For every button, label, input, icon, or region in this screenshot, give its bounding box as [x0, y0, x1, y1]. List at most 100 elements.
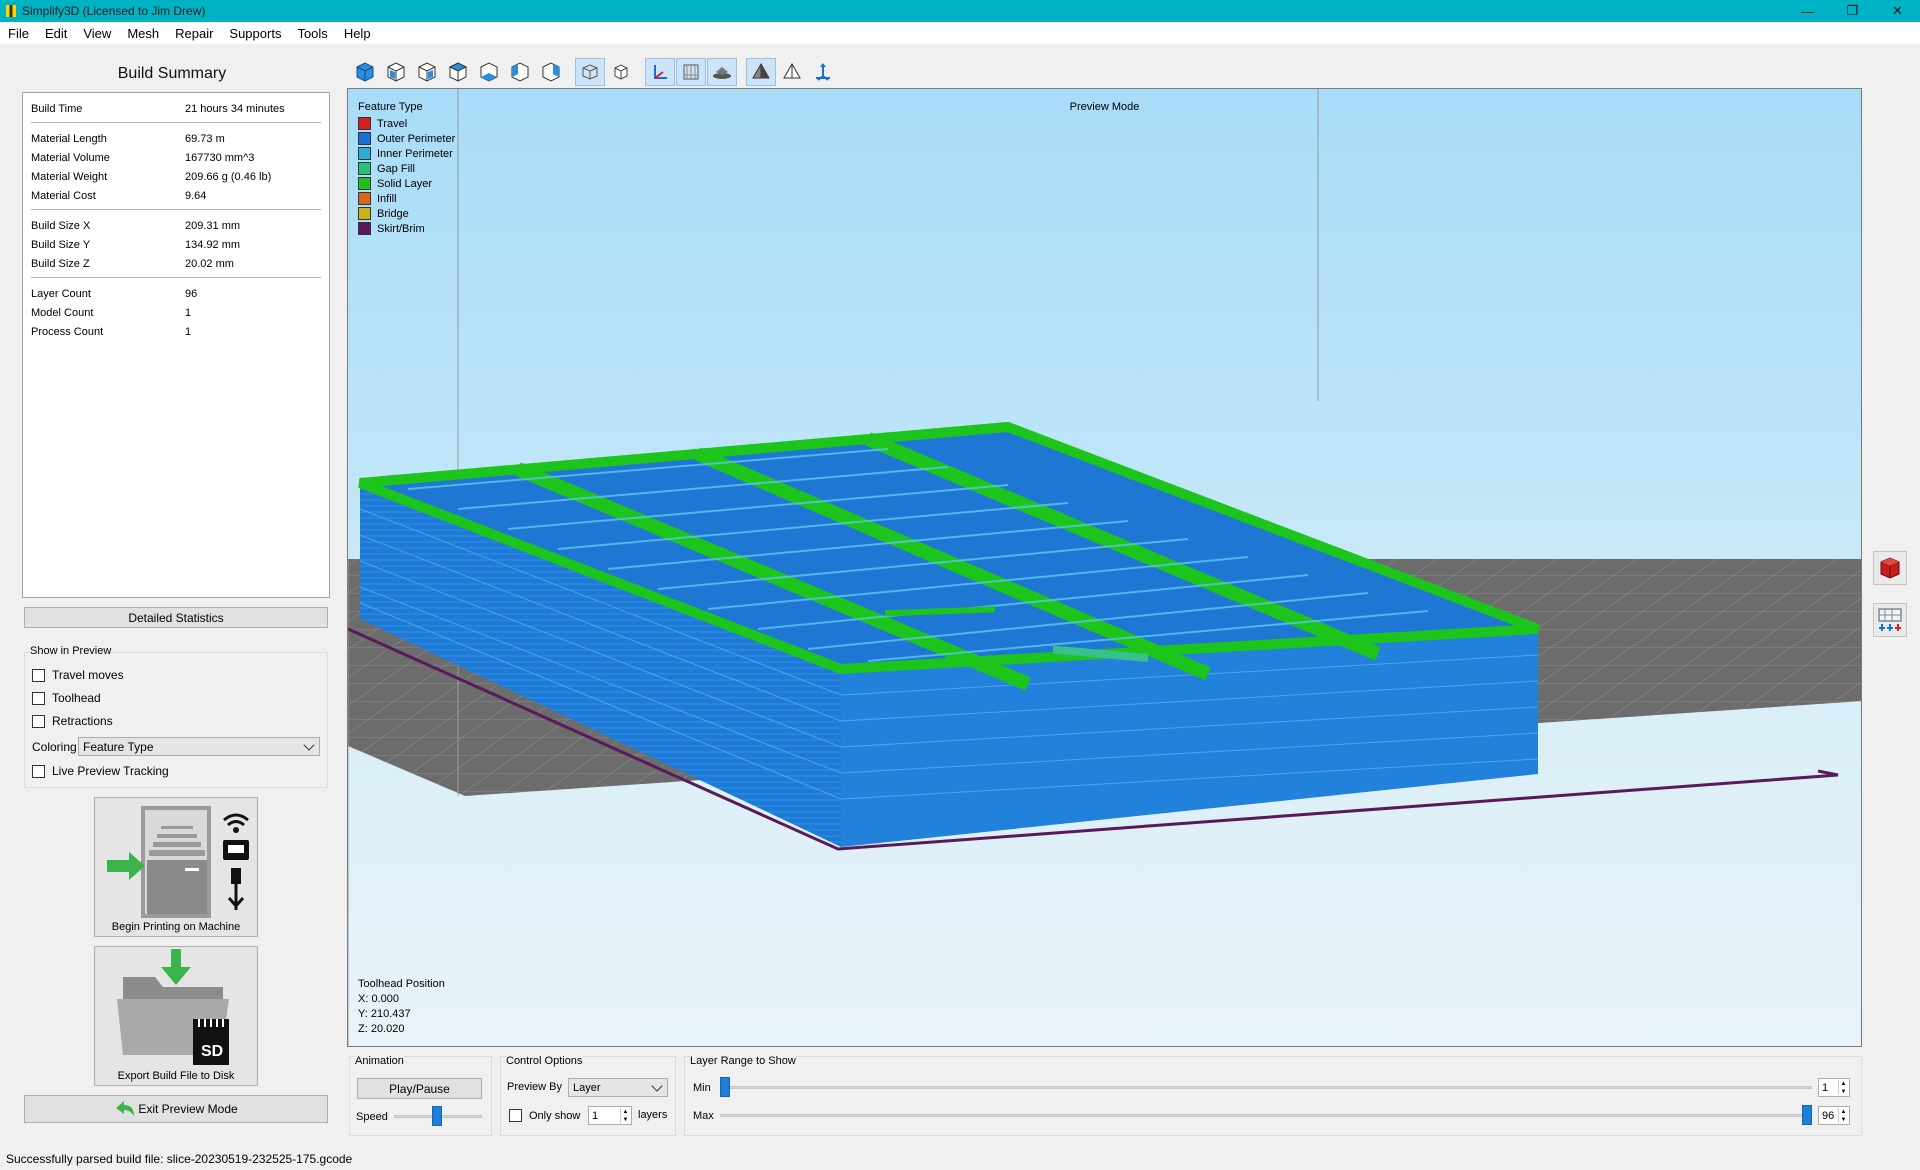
stat-label: Material Weight — [31, 170, 108, 183]
minimize-button[interactable]: — — [1785, 0, 1830, 22]
min-layer-spinbox[interactable]: 1 ▲ ▼ — [1818, 1078, 1850, 1097]
toolhead-checkbox[interactable]: Toolhead — [32, 691, 101, 705]
layer-range-group — [684, 1056, 1862, 1136]
title-bar: Simplify3D (Licensed to Jim Drew) — ❐ ✕ — [0, 0, 1920, 22]
perspective-toggle-button[interactable] — [575, 58, 605, 86]
show-in-preview-title: Show in Preview — [30, 645, 112, 657]
stat-value: 167730 mm^3 — [185, 151, 255, 164]
preview-viewport[interactable]: Feature Type Travel Outer Perimeter Inne… — [347, 88, 1862, 1047]
min-layer-slider-track[interactable] — [720, 1086, 1812, 1089]
menu-file[interactable]: File — [0, 26, 37, 41]
menu-help[interactable]: Help — [336, 26, 379, 41]
show-shadows-button[interactable] — [707, 58, 737, 86]
stat-label: Material Volume — [31, 151, 110, 164]
cube-back-icon — [418, 62, 436, 82]
cube-left-icon — [511, 62, 529, 82]
menu-repair[interactable]: Repair — [167, 26, 221, 41]
menu-edit[interactable]: Edit — [37, 26, 75, 41]
checkbox-box[interactable] — [32, 764, 45, 778]
preview-mode-label: Preview Mode — [1069, 101, 1140, 113]
only-show-checkbox[interactable]: Only show — [509, 1109, 580, 1122]
travel-moves-checkbox[interactable]: Travel moves — [32, 668, 124, 682]
stat-row: Build Size Z 20.02 mm — [31, 254, 321, 273]
spin-arrows-icon[interactable]: ▲ ▼ — [620, 1108, 630, 1123]
legend-swatch — [358, 222, 371, 235]
checkbox-box[interactable] — [32, 668, 45, 682]
stat-group-counts: Layer Count 96 Model Count 1 Process Count… — [31, 278, 321, 345]
checkbox-box[interactable] — [32, 691, 45, 705]
menu-supports[interactable]: Supports — [221, 26, 289, 41]
checkbox-box[interactable] — [32, 714, 45, 728]
export-build-file-button[interactable]: SD Export Build File to Disk — [94, 946, 258, 1086]
legend-swatch — [358, 177, 371, 190]
preview-by-select[interactable]: Layer — [568, 1078, 668, 1097]
checkbox-label: Retractions — [52, 714, 113, 728]
stat-value: 1 — [185, 306, 192, 319]
view-bottom-button[interactable] — [474, 58, 504, 86]
coloring-select[interactable]: Feature Type — [78, 737, 320, 756]
move-origin-button[interactable] — [808, 58, 838, 86]
retractions-checkbox[interactable]: Retractions — [32, 714, 113, 728]
begin-printing-button[interactable]: Begin Printing on Machine — [94, 797, 258, 937]
toolhead-position: Toolhead Position X: 0.000 Y: 210.437 Z:… — [358, 977, 445, 1037]
stat-label: Build Size X — [31, 219, 91, 232]
min-layer-slider-thumb[interactable] — [720, 1077, 730, 1097]
only-show-layers-spinbox[interactable]: 1 ▲ ▼ — [588, 1106, 632, 1125]
show-build-volume-button[interactable] — [676, 58, 706, 86]
restore-button[interactable]: ❐ — [1830, 0, 1875, 22]
stat-label: Model Count — [31, 306, 94, 319]
view-right-button[interactable] — [536, 58, 566, 86]
play-pause-button[interactable]: Play/Pause — [357, 1078, 482, 1099]
view-left-button[interactable] — [505, 58, 535, 86]
menu-mesh[interactable]: Mesh — [119, 26, 167, 41]
toolhead-x: X: 0.000 — [358, 993, 399, 1005]
legend-label: Infill — [377, 192, 397, 205]
section-plane-button[interactable] — [777, 58, 807, 86]
legend-item: Solid Layer — [358, 176, 455, 191]
stat-value: 96 — [185, 287, 198, 300]
stat-label: Build Size Y — [31, 238, 91, 251]
max-layer-slider-thumb[interactable] — [1802, 1105, 1812, 1125]
layout-tools-button[interactable] — [1873, 603, 1907, 637]
show-axes-button[interactable] — [645, 58, 675, 86]
exit-preview-button[interactable]: Exit Preview Mode — [24, 1095, 328, 1123]
view-front-button[interactable] — [381, 58, 411, 86]
max-layer-slider-track[interactable] — [720, 1114, 1812, 1117]
detailed-statistics-button[interactable]: Detailed Statistics — [24, 607, 328, 628]
control-options-title: Control Options — [506, 1055, 583, 1067]
min-label: Min — [693, 1082, 711, 1094]
build-summary-title: Build Summary — [117, 65, 227, 82]
stat-value: 21 hours 34 minutes — [185, 102, 285, 115]
view-top-button[interactable] — [443, 58, 473, 86]
stat-value: 209.31 mm — [185, 219, 241, 232]
close-button[interactable]: ✕ — [1875, 0, 1920, 22]
legend-item: Gap Fill — [358, 161, 455, 176]
checkbox-box[interactable] — [509, 1109, 522, 1122]
live-preview-tracking-checkbox[interactable]: Live Preview Tracking — [32, 764, 169, 778]
sd-label: SD — [201, 1043, 224, 1060]
cube-bottom-icon — [480, 62, 498, 82]
view-back-button[interactable] — [412, 58, 442, 86]
spin-arrows-icon[interactable]: ▲ ▼ — [1838, 1108, 1848, 1123]
build-volume-icon — [683, 64, 699, 80]
cube-right-icon — [542, 62, 560, 82]
menu-view[interactable]: View — [75, 26, 119, 41]
orthographic-toggle-button[interactable] — [606, 58, 636, 86]
speed-label: Speed — [356, 1111, 388, 1123]
stat-row: Material Volume 167730 mm^3 — [31, 148, 321, 167]
menu-tools[interactable]: Tools — [289, 26, 335, 41]
axes-icon — [654, 65, 667, 79]
stat-row: Build Size X 209.31 mm — [31, 216, 321, 235]
max-layer-spinbox[interactable]: 96 ▲ ▼ — [1818, 1106, 1850, 1125]
menu-bar: File Edit View Mesh Repair Supports Tool… — [0, 22, 1920, 44]
stat-label: Build Time — [31, 102, 83, 115]
feature-type-legend: Feature Type Travel Outer Perimeter Inne… — [358, 101, 455, 236]
spin-arrows-icon[interactable]: ▲ ▼ — [1838, 1080, 1848, 1095]
cross-section-button[interactable] — [746, 58, 776, 86]
view-default-button[interactable] — [350, 58, 380, 86]
view-cube-button[interactable] — [1873, 551, 1907, 585]
speed-slider-thumb[interactable] — [432, 1106, 442, 1126]
stat-value: 209.66 g (0.46 lb) — [185, 170, 272, 183]
stat-group-time: Build Time 21 hours 34 minutes — [31, 93, 321, 123]
legend-item: Inner Perimeter — [358, 146, 455, 161]
